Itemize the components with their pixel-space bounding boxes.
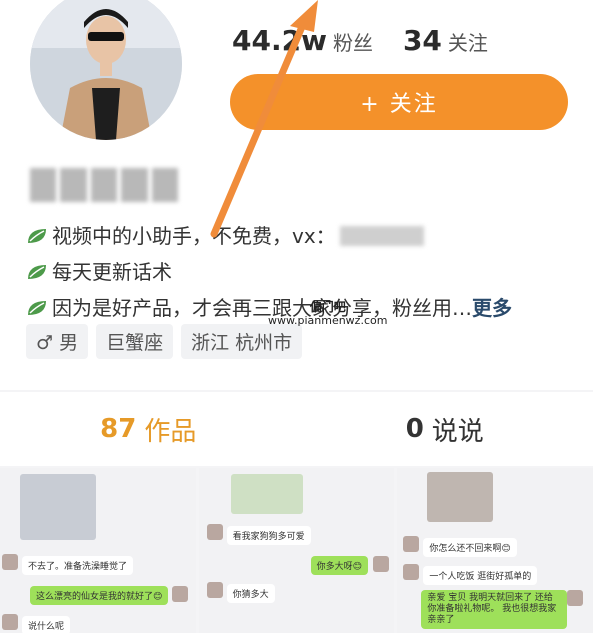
watermark-title: 偏门吧 — [309, 300, 346, 314]
chat-message: 一个人吃饭 逛街好孤单的 — [423, 566, 538, 585]
chat-message: 你猜多大 — [226, 584, 275, 603]
chat-avatar — [2, 554, 18, 570]
avatar-image — [30, 0, 182, 140]
bio-line: 每天更新话术 — [26, 254, 581, 290]
chat-avatar — [403, 536, 420, 552]
chat-avatar — [2, 614, 18, 630]
following-count[interactable]: 34 — [403, 24, 442, 57]
leaf-icon — [28, 301, 46, 315]
chat-avatar — [206, 524, 223, 540]
username-blurred — [30, 168, 179, 202]
chat-photo — [427, 472, 494, 522]
profile-tags: ♂ 男 巨蟹座 浙江 杭州市 — [26, 324, 303, 359]
location-tag: 浙江 杭州市 — [181, 324, 303, 359]
followers-label[interactable]: 粉丝 — [333, 27, 373, 56]
chat-avatar — [206, 582, 223, 598]
chat-message: 你怎么还不回来啊😊 — [423, 538, 517, 557]
followers-count[interactable]: 44.2w — [232, 24, 327, 57]
bio-text-1: 视频中的小助手，不免费，vx： — [52, 224, 336, 248]
tab-posts-label: 说说 — [431, 416, 484, 447]
more-link[interactable]: 更多 — [472, 290, 512, 326]
following-label[interactable]: 关注 — [448, 27, 488, 56]
chat-photo — [20, 474, 96, 540]
chat-message: 这么漂亮的仙女是我的就好了😊 — [30, 586, 169, 605]
chat-message: 看我家狗狗多可爱 — [226, 526, 311, 545]
chat-message: 说什么呢 — [22, 616, 71, 633]
chat-message: 你多大呀😊 — [310, 556, 369, 575]
follow-button[interactable]: + 关注 — [230, 74, 568, 130]
watermark-url: www.pianmenwz.com — [268, 314, 388, 327]
leaf-icon — [28, 229, 46, 243]
avatar[interactable] — [30, 0, 182, 140]
chat-avatar — [403, 564, 420, 580]
work-thumbnail[interactable]: 看我家狗狗多可爱 你多大呀😊 你猜多大 — [198, 468, 395, 633]
work-thumbnail[interactable]: 不去了。准备洗澡睡觉了 这么漂亮的仙女是我的就好了😊 说什么呢 — [0, 468, 196, 633]
contact-redacted — [339, 226, 424, 246]
gender-tag: ♂ 男 — [26, 324, 89, 359]
profile-header: 44.2w 粉丝 34 关注 + 关注 视频中的小助手，不免费，vx： 每天更新… — [0, 0, 593, 390]
chat-avatar — [567, 590, 584, 606]
zodiac-tag: 巨蟹座 — [96, 324, 174, 359]
chat-avatar — [172, 586, 188, 602]
tab-works-count: 87 — [100, 414, 137, 444]
bio-text-3: 因为是好产品，才会再三跟大家分享，粉丝用… — [52, 296, 472, 320]
tab-works[interactable]: 87 作品 — [0, 392, 297, 466]
works-grid: 不去了。准备洗澡睡觉了 这么漂亮的仙女是我的就好了😊 说什么呢 看我家狗狗多可爱… — [0, 468, 593, 633]
content-tabs: 87 作品 0 说说 — [0, 392, 593, 466]
tab-posts[interactable]: 0 说说 — [297, 392, 593, 466]
profile-stats: 44.2w 粉丝 34 关注 — [232, 24, 518, 57]
bio-line: 视频中的小助手，不免费，vx： — [26, 218, 581, 254]
chat-avatar — [372, 556, 389, 572]
tab-posts-count: 0 — [405, 414, 424, 444]
work-thumbnail[interactable]: 你怎么还不回来啊😊 一个人吃饭 逛街好孤单的 亲爱 宝贝 我明天就回来了 还给你… — [397, 468, 593, 633]
chat-photo — [230, 474, 303, 514]
tab-works-label: 作品 — [144, 416, 197, 447]
chat-message: 不去了。准备洗澡睡觉了 — [22, 556, 134, 575]
chat-message: 亲爱 宝贝 我明天就回来了 还给你准备啦礼物呢。 我也很想我家亲亲了 — [421, 590, 568, 629]
leaf-icon — [28, 265, 46, 279]
bio-text-2: 每天更新话术 — [52, 260, 172, 284]
watermark: 偏门吧 www.pianmenwz.com — [268, 300, 387, 328]
